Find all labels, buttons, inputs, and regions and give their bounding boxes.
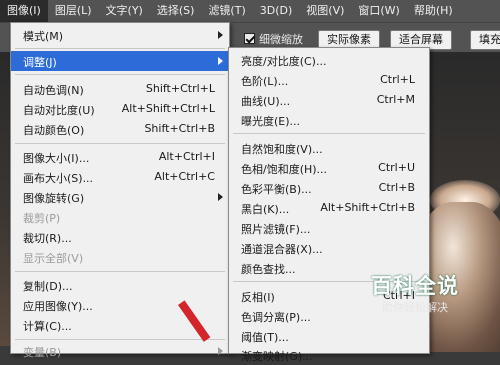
- menu-item-label: 裁切(R)...: [23, 232, 72, 245]
- image-menu: 模式(M) 调整(J) 自动色调(N) Shift+Ctrl+L 自动对比度(U…: [10, 22, 230, 359]
- menu-item-label: 色调分离(P)...: [241, 311, 311, 324]
- menu-item-curves[interactable]: 曲线(U)... Ctrl+M: [229, 90, 429, 110]
- menu-item-label: 自动色调(N): [23, 84, 84, 97]
- menu-item-auto-tone[interactable]: 自动色调(N) Shift+Ctrl+L: [11, 79, 229, 99]
- menu-item-label: 曲线(U)...: [241, 95, 291, 108]
- menu-item-image-size[interactable]: 图像大小(I)... Alt+Ctrl+I: [11, 147, 229, 167]
- menu-item-hue-saturation[interactable]: 色相/饱和度(H)... Ctrl+U: [229, 158, 429, 178]
- menu-item-label: 自动颜色(O): [23, 124, 85, 137]
- watermark-logo: 百科全说 助你轻松解决: [350, 262, 480, 324]
- menu-item-shortcut: Alt+Ctrl+I: [158, 150, 215, 163]
- menu-item-label: 亮度/对比度(C)...: [241, 55, 327, 68]
- menu-item-black-white[interactable]: 黑白(K)... Alt+Shift+Ctrl+B: [229, 198, 429, 218]
- menu-item-duplicate[interactable]: 复制(D)...: [11, 275, 229, 295]
- menu-item-label: 阈值(T)...: [241, 331, 289, 344]
- menu-item-exposure[interactable]: 曝光度(E)...: [229, 110, 429, 130]
- menu-item-label: 显示全部(V): [23, 252, 84, 265]
- menu-item-image-rotation[interactable]: 图像旋转(G): [11, 187, 229, 207]
- menu-item-label: 自然饱和度(V)...: [241, 143, 323, 156]
- menu-help[interactable]: 帮助(H): [407, 0, 460, 22]
- menu-item-label: 反相(I): [241, 291, 275, 304]
- menu-item-label: 图像旋转(G): [23, 192, 85, 205]
- menu-item-shortcut: Alt+Shift+Ctrl+L: [121, 102, 215, 115]
- menu-item-label: 图像大小(I)...: [23, 152, 90, 165]
- menu-item-label: 色彩平衡(B)...: [241, 183, 312, 196]
- fill-screen-button[interactable]: 填充: [470, 30, 500, 50]
- submenu-arrow-icon: [218, 193, 223, 201]
- menu-separator: [15, 339, 225, 340]
- menu-item-label: 画布大小(S)...: [23, 172, 94, 185]
- menu-item-shortcut: Ctrl+U: [378, 161, 415, 174]
- menu-type[interactable]: 文字(Y): [99, 0, 150, 22]
- menu-item-gradient-map[interactable]: 渐变映射(G)...: [229, 345, 429, 365]
- menu-item-channel-mixer[interactable]: 通道混合器(X)...: [229, 238, 429, 258]
- menu-item-trim[interactable]: 裁切(R)...: [11, 227, 229, 247]
- menu-item-label: 黑白(K)...: [241, 203, 290, 216]
- menu-item-label: 色相/饱和度(H)...: [241, 163, 328, 176]
- submenu-arrow-icon: [218, 57, 223, 65]
- menu-item-brightness-contrast[interactable]: 亮度/对比度(C)...: [229, 50, 429, 70]
- menu-item-label: 调整(J): [23, 56, 57, 69]
- menu-filter[interactable]: 滤镜(T): [201, 0, 252, 22]
- menu-item-label: 变量(B): [23, 346, 62, 359]
- scrubby-zoom-checkbox[interactable]: [244, 33, 255, 44]
- watermark-subtitle: 助你轻松解决: [382, 301, 448, 314]
- menu-item-levels[interactable]: 色阶(L)... Ctrl+L: [229, 70, 429, 90]
- menu-item-label: 计算(C)...: [23, 320, 72, 333]
- menu-item-label: 色阶(L)...: [241, 75, 289, 88]
- menu-item-threshold[interactable]: 阈值(T)...: [229, 326, 429, 346]
- submenu-arrow-icon: [218, 31, 223, 39]
- menu-item-label: 应用图像(Y)...: [23, 300, 93, 313]
- watermark-title: 百科全说: [371, 274, 459, 298]
- menu-item-label: 通道混合器(X)...: [241, 243, 323, 256]
- menu-separator: [15, 74, 225, 75]
- menu-item-color-balance[interactable]: 色彩平衡(B)... Ctrl+B: [229, 178, 429, 198]
- menu-item-photo-filter[interactable]: 照片滤镜(F)...: [229, 218, 429, 238]
- menu-item-label: 渐变映射(G)...: [241, 350, 313, 363]
- menu-item-adjustments[interactable]: 调整(J): [11, 51, 229, 71]
- menu-item-vibrance[interactable]: 自然饱和度(V)...: [229, 138, 429, 158]
- menu-item-shortcut: Alt+Ctrl+C: [154, 170, 215, 183]
- submenu-arrow-icon: [218, 347, 223, 355]
- menu-image[interactable]: 图像(I): [0, 0, 48, 22]
- menu-item-auto-contrast[interactable]: 自动对比度(U) Alt+Shift+Ctrl+L: [11, 99, 229, 119]
- menu-item-mode[interactable]: 模式(M): [11, 25, 229, 45]
- menu-layer[interactable]: 图层(L): [48, 0, 99, 22]
- menu-item-shortcut: Ctrl+L: [380, 73, 415, 86]
- menu-item-label: 自动对比度(U): [23, 104, 95, 117]
- menu-select[interactable]: 选择(S): [150, 0, 202, 22]
- menu-item-label: 裁剪(P): [23, 212, 61, 225]
- menu-item-shortcut: Shift+Ctrl+B: [144, 122, 215, 135]
- menu-item-shortcut: Ctrl+B: [378, 181, 415, 194]
- menu-item-crop: 裁剪(P): [11, 207, 229, 227]
- menu-separator: [15, 48, 225, 49]
- menu-item-label: 颜色查找...: [241, 263, 296, 276]
- menu-item-canvas-size[interactable]: 画布大小(S)... Alt+Ctrl+C: [11, 167, 229, 187]
- menu-item-label: 复制(D)...: [23, 280, 73, 293]
- menu-view[interactable]: 视图(V): [299, 0, 351, 22]
- menu-item-auto-color[interactable]: 自动颜色(O) Shift+Ctrl+B: [11, 119, 229, 139]
- menu-item-variables: 变量(B): [11, 341, 229, 361]
- menu-item-shortcut: Alt+Shift+Ctrl+B: [320, 201, 415, 214]
- menu-window[interactable]: 窗口(W): [351, 0, 406, 22]
- scrubby-zoom-label: 细微缩放: [259, 33, 303, 46]
- menu-item-shortcut: Ctrl+M: [376, 93, 415, 106]
- menu-item-shortcut: Shift+Ctrl+L: [145, 82, 215, 95]
- menu-item-label: 模式(M): [23, 30, 64, 43]
- menu-separator: [233, 133, 425, 134]
- menu-separator: [15, 143, 225, 144]
- menu-3d[interactable]: 3D(D): [253, 0, 300, 22]
- menubar: 图像(I) 图层(L) 文字(Y) 选择(S) 滤镜(T) 3D(D) 视图(V…: [0, 0, 500, 22]
- menu-item-apply-image[interactable]: 应用图像(Y)...: [11, 295, 229, 315]
- menu-separator: [15, 271, 225, 272]
- menu-item-label: 曝光度(E)...: [241, 115, 301, 128]
- menu-item-label: 照片滤镜(F)...: [241, 223, 311, 236]
- menu-item-reveal-all: 显示全部(V): [11, 247, 229, 267]
